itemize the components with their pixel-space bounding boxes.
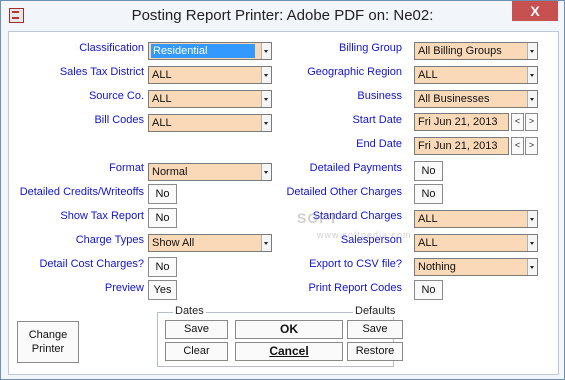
window-title: Posting Report Printer: Adobe PDF on: Ne… xyxy=(131,7,434,24)
dates-save-button[interactable]: Save xyxy=(165,320,228,339)
start-date-field[interactable]: Fri Jun 21, 2013 xyxy=(414,113,509,131)
detailed-credits-toggle[interactable]: No xyxy=(148,184,177,204)
detail-cost-charges-toggle[interactable]: No xyxy=(148,257,177,277)
classification-label: Classification xyxy=(79,42,144,54)
detailed-other-charges-label: Detailed Other Charges xyxy=(286,186,402,198)
bill-codes-label: Bill Codes xyxy=(94,114,144,126)
detailed-payments-toggle[interactable]: No xyxy=(414,161,443,181)
print-report-codes-label: Print Report Codes xyxy=(308,282,402,294)
chevron-down-icon[interactable] xyxy=(527,211,537,227)
preview-toggle[interactable]: Yes xyxy=(148,280,177,300)
start-date-label: Start Date xyxy=(352,114,402,126)
defaults-save-button[interactable]: Save xyxy=(347,320,403,339)
start-date-prev-button[interactable]: < xyxy=(511,113,524,131)
detailed-payments-label: Detailed Payments xyxy=(309,162,402,174)
chevron-down-icon[interactable] xyxy=(527,259,537,275)
sales-tax-district-label: Sales Tax District xyxy=(59,66,144,78)
business-dropdown[interactable]: All Businesses xyxy=(414,90,538,108)
end-date-field[interactable]: Fri Jun 21, 2013 xyxy=(414,137,509,155)
salesperson-dropdown[interactable]: ALL xyxy=(414,234,538,252)
source-co-label: Source Co. xyxy=(88,90,144,102)
start-date-next-button[interactable]: > xyxy=(525,113,538,131)
defaults-group-title: Defaults xyxy=(353,305,398,317)
export-csv-dropdown[interactable]: Nothing xyxy=(414,258,538,276)
detailed-other-charges-toggle[interactable]: No xyxy=(414,184,443,204)
dates-clear-button[interactable]: Clear xyxy=(165,342,228,361)
end-date-label: End Date xyxy=(356,138,402,150)
billing-group-dropdown[interactable]: All Billing Groups xyxy=(414,42,538,60)
close-button[interactable]: X xyxy=(512,1,558,21)
business-label: Business xyxy=(357,90,402,102)
end-date-next-button[interactable]: > xyxy=(525,137,538,155)
chevron-down-icon[interactable] xyxy=(527,91,537,107)
chevron-down-icon[interactable] xyxy=(527,43,537,59)
show-tax-report-label: Show Tax Report xyxy=(60,210,144,222)
cancel-button[interactable]: Cancel xyxy=(235,342,343,361)
show-tax-report-toggle[interactable]: No xyxy=(148,208,177,228)
detail-cost-charges-label: Detail Cost Charges? xyxy=(39,258,144,270)
defaults-restore-button[interactable]: Restore xyxy=(347,342,403,361)
preview-label: Preview xyxy=(104,282,144,294)
standard-charges-dropdown[interactable]: ALL xyxy=(414,210,538,228)
billing-group-label: Billing Group xyxy=(339,42,402,54)
posting-report-window: Posting Report Printer: Adobe PDF on: Ne… xyxy=(0,0,565,380)
title-bar: Posting Report Printer: Adobe PDF on: Ne… xyxy=(1,1,564,31)
softpedia-watermark: SOFT www.softpedia.com xyxy=(297,210,412,240)
ok-button[interactable]: OK xyxy=(235,320,343,339)
export-csv-label: Export to CSV file? xyxy=(309,258,402,270)
dates-group-title: Dates xyxy=(173,305,206,317)
change-printer-button[interactable]: Change Printer xyxy=(17,321,79,363)
detailed-credits-label: Detailed Credits/Writeoffs xyxy=(19,186,144,198)
print-report-codes-toggle[interactable]: No xyxy=(414,280,443,300)
form-area: Classification Residential Sales Tax Dis… xyxy=(8,31,559,375)
end-date-prev-button[interactable]: < xyxy=(511,137,524,155)
geographic-region-dropdown[interactable]: ALL xyxy=(414,66,538,84)
chevron-down-icon[interactable] xyxy=(527,235,537,251)
format-label: Format xyxy=(109,162,144,174)
geographic-region-label: Geographic Region xyxy=(307,66,402,78)
charge-types-label: Charge Types xyxy=(75,234,144,246)
chevron-down-icon[interactable] xyxy=(527,67,537,83)
